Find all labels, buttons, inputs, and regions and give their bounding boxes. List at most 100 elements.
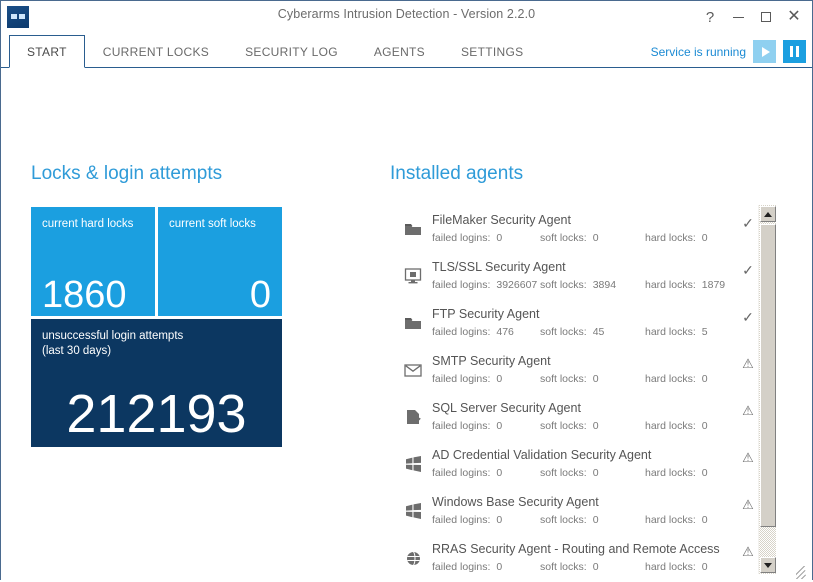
close-button[interactable]: ✕ [780,2,808,32]
list-item[interactable]: FileMaker Security Agent failed logins: … [390,205,755,252]
agent-info: FileMaker Security Agent failed logins: … [432,207,735,244]
tab-label: SECURITY LOG [245,44,338,59]
tab-label: CURRENT LOCKS [102,44,210,59]
list-item[interactable]: RRAS Security Agent - Routing and Remote… [390,534,755,574]
agent-info: SMTP Security Agent failed logins: 0 sof… [432,348,735,385]
stat-label: failed logins: [432,279,491,291]
tile-value: 212193 [66,384,247,444]
stat-label: hard locks: [645,514,696,526]
scroll-up-button[interactable] [760,206,776,222]
stat-label: failed logins: [432,232,491,244]
stat-hard-locks: hard locks: 1879 [645,279,735,291]
stat-label: soft locks: [540,420,587,432]
agents-panel: Installed agents FileMaker Security Agen… [390,163,780,574]
agent-info: AD Credential Validation Security Agent … [432,442,735,479]
agent-name: TLS/SSL Security Agent [432,260,566,274]
list-item[interactable]: TLS/SSL Security Agent failed logins: 39… [390,252,755,299]
stat-value: 0 [496,420,503,432]
stat-label: failed logins: [432,326,491,338]
scroll-down-button[interactable] [760,557,776,573]
stat-value: 3894 [592,279,617,291]
status-badge: ✓ [735,301,755,326]
warning-icon: ⚠ [742,497,754,512]
agent-stats: failed logins: 0 soft locks: 0 hard lock… [432,514,735,526]
envelope-icon [402,359,424,381]
stat-value: 476 [496,326,514,338]
tab-label: START [27,44,67,59]
stat-hard-locks: hard locks: 0 [645,467,735,479]
help-button[interactable]: ? [696,2,724,32]
pause-service-button[interactable] [783,40,806,63]
service-status-area: Service is running [651,40,806,63]
tab-current-locks[interactable]: CURRENT LOCKS [85,35,227,67]
stat-value: 0 [496,232,503,244]
stat-label: soft locks: [540,326,587,338]
agent-name: RRAS Security Agent - Routing and Remote… [432,542,720,556]
stat-label: hard locks: [645,232,696,244]
tile-unsuccessful-login-attempts[interactable]: unsuccessful login attempts (last 30 day… [31,319,282,447]
stat-label: hard locks: [645,279,696,291]
windows-flag-icon [402,453,424,475]
stat-soft-locks: soft locks: 45 [540,326,645,338]
tab-start[interactable]: START [9,35,85,68]
stat-value: 0 [592,232,599,244]
agents-list[interactable]: FileMaker Security Agent failed logins: … [390,205,755,574]
tab-security-log[interactable]: SECURITY LOG [227,35,356,67]
tab-settings[interactable]: SETTINGS [443,35,541,67]
resize-grip[interactable] [796,566,809,579]
window-controls: ? ✕ [696,1,808,33]
agent-stats: failed logins: 0 soft locks: 0 hard lock… [432,232,735,244]
list-item[interactable]: AD Credential Validation Security Agent … [390,440,755,487]
stat-label: failed logins: [432,373,491,385]
stat-value: 0 [496,373,503,385]
agent-name: AD Credential Validation Security Agent [432,448,652,462]
stat-failed-logins: failed logins: 3926607 [432,279,540,291]
tile-label-line1: unsuccessful login attempts [42,330,184,342]
list-item[interactable]: SQL Server Security Agent failed logins:… [390,393,755,440]
stat-value: 0 [701,232,708,244]
stat-value: 0 [701,467,708,479]
tab-bar: START CURRENT LOCKS SECURITY LOG AGENTS … [1,34,812,68]
maximize-button[interactable] [752,2,780,32]
stat-value: 0 [592,514,599,526]
windows-flag-icon [402,500,424,522]
stat-failed-logins: failed logins: 476 [432,326,540,338]
stat-label: hard locks: [645,561,696,573]
stat-hard-locks: hard locks: 0 [645,514,735,526]
list-item[interactable]: SMTP Security Agent failed logins: 0 sof… [390,346,755,393]
tile-label-line2: (last 30 days) [42,344,112,357]
warning-icon: ⚠ [742,356,754,371]
start-service-button[interactable] [753,40,776,63]
list-item[interactable]: Windows Base Security Agent failed login… [390,487,755,534]
agent-stats: failed logins: 476 soft locks: 45 hard l… [432,326,735,338]
pause-icon [790,46,799,57]
warning-icon: ⚠ [742,403,754,418]
stat-value: 0 [701,420,708,432]
stat-label: hard locks: [645,326,696,338]
status-badge: ⚠ [735,536,755,560]
play-icon [761,46,770,57]
agent-stats: failed logins: 0 soft locks: 0 hard lock… [432,561,735,573]
database-document-icon [402,406,424,428]
tile-value: 1860 [42,274,127,316]
stat-soft-locks: soft locks: 0 [540,420,645,432]
scrollbar-thumb[interactable] [760,224,776,527]
agent-info: TLS/SSL Security Agent failed logins: 39… [432,254,735,291]
agents-scrollbar[interactable] [758,205,776,574]
tile-current-soft-locks[interactable]: current soft locks 0 [158,207,282,316]
agent-info: SQL Server Security Agent failed logins:… [432,395,735,432]
monitor-icon [402,265,424,287]
stat-soft-locks: soft locks: 0 [540,467,645,479]
title-bar: Cyberarms Intrusion Detection - Version … [1,1,812,34]
stat-soft-locks: soft locks: 0 [540,561,645,573]
agents-pane: FileMaker Security Agent failed logins: … [390,205,776,574]
tab-agents[interactable]: AGENTS [356,35,443,67]
tab-label: SETTINGS [461,44,524,59]
minimize-button[interactable] [724,2,752,32]
agent-name: FileMaker Security Agent [432,213,571,227]
list-item[interactable]: FTP Security Agent failed logins: 476 so… [390,299,755,346]
stat-hard-locks: hard locks: 0 [645,232,735,244]
stat-soft-locks: soft locks: 0 [540,514,645,526]
agent-stats: failed logins: 0 soft locks: 0 hard lock… [432,467,735,479]
tile-current-hard-locks[interactable]: current hard locks 1860 [31,207,155,316]
